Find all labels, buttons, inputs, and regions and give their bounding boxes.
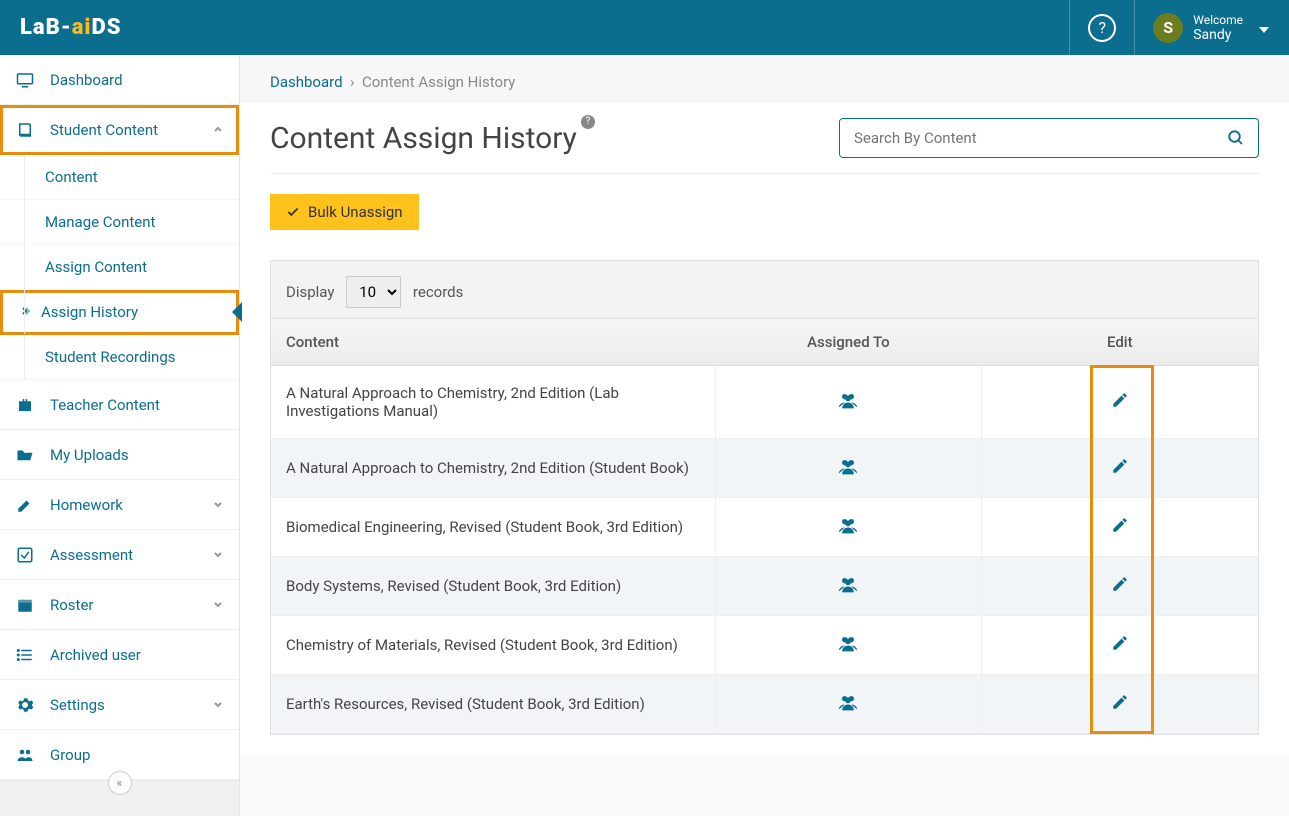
list-icon	[15, 646, 35, 664]
cell-content: Earth's Resources, Revised (Student Book…	[271, 675, 715, 734]
cell-assigned-to	[715, 616, 981, 675]
nav-my-uploads[interactable]: My Uploads	[0, 430, 239, 480]
caret-down-icon	[1259, 18, 1269, 37]
cell-content: Chemistry of Materials, Revised (Student…	[271, 616, 715, 675]
user-menu[interactable]: S Welcome Sandy	[1153, 13, 1269, 43]
check-square-icon	[15, 546, 35, 564]
chevron-down-icon	[212, 496, 224, 514]
cell-assigned-to	[715, 366, 981, 439]
nav-archived-user[interactable]: Archived user	[0, 630, 239, 680]
users-icon[interactable]	[838, 693, 858, 711]
monitor-icon	[15, 71, 35, 89]
page-size-select[interactable]: 10	[346, 276, 401, 308]
help-button[interactable]: ?	[1088, 14, 1116, 42]
pencil-icon	[15, 496, 35, 514]
users-icon[interactable]	[838, 516, 858, 534]
edit-button[interactable]	[1111, 516, 1129, 534]
edit-button[interactable]	[1111, 693, 1129, 711]
page-title: Content Assign History ?	[270, 121, 577, 156]
cell-edit	[982, 439, 1258, 498]
breadcrumb-current: Content Assign History	[362, 73, 515, 91]
nav-sub-assign-history[interactable]: Assign History	[0, 290, 239, 335]
collapse-sidebar-button[interactable]: «	[108, 771, 132, 795]
book-icon	[15, 121, 35, 139]
table-row: Biomedical Engineering, Revised (Student…	[271, 498, 1258, 557]
edit-button[interactable]	[1111, 575, 1129, 593]
table-row: Earth's Resources, Revised (Student Book…	[271, 675, 1258, 734]
cell-assigned-to	[715, 557, 981, 616]
nav-assessment[interactable]: Assessment	[0, 530, 239, 580]
welcome-label: Welcome	[1193, 13, 1243, 27]
cell-content: A Natural Approach to Chemistry, 2nd Edi…	[271, 439, 715, 498]
cell-assigned-to	[715, 439, 981, 498]
cell-content: Body Systems, Revised (Student Book, 3rd…	[271, 557, 715, 616]
nav-roster[interactable]: Roster	[0, 580, 239, 630]
nav-settings[interactable]: Settings	[0, 680, 239, 730]
nav-sub-manage-content[interactable]: Manage Content	[0, 200, 239, 245]
check-icon	[286, 205, 300, 219]
cell-assigned-to	[715, 498, 981, 557]
nav-sub-content[interactable]: Content	[0, 155, 239, 200]
col-assigned-to[interactable]: Assigned To	[715, 319, 981, 366]
calendar-icon	[15, 596, 35, 614]
table-row: Body Systems, Revised (Student Book, 3rd…	[271, 557, 1258, 616]
chevron-right-icon	[19, 303, 31, 321]
chevron-down-icon	[212, 596, 224, 614]
main-content: Dashboard › Content Assign History Conte…	[240, 55, 1289, 816]
chevron-down-icon	[212, 546, 224, 564]
content-table: Content Assigned To Edit A Natural Appro…	[271, 319, 1258, 734]
search-button[interactable]	[1214, 119, 1258, 157]
users-icon[interactable]	[838, 575, 858, 593]
users-icon	[15, 746, 35, 764]
cell-content: Biomedical Engineering, Revised (Student…	[271, 498, 715, 557]
user-name: Sandy	[1193, 27, 1243, 43]
topbar: LaB-aiDS ? S Welcome Sandy	[0, 0, 1289, 55]
nav-sub-assign-content[interactable]: Assign Content	[0, 245, 239, 290]
cell-edit	[982, 498, 1258, 557]
breadcrumb-root[interactable]: Dashboard	[270, 73, 343, 91]
users-icon[interactable]	[838, 391, 858, 409]
nav-sub-student-recordings[interactable]: Student Recordings	[0, 335, 239, 380]
nav-dashboard[interactable]: Dashboard	[0, 55, 239, 105]
users-icon[interactable]	[838, 457, 858, 475]
avatar: S	[1153, 13, 1183, 43]
cell-edit	[982, 366, 1258, 439]
nav-homework[interactable]: Homework	[0, 480, 239, 530]
edit-button[interactable]	[1111, 391, 1129, 409]
folder-open-icon	[15, 446, 35, 464]
briefcase-icon	[15, 396, 35, 414]
table-row: A Natural Approach to Chemistry, 2nd Edi…	[271, 439, 1258, 498]
cell-edit	[982, 616, 1258, 675]
help-icon: ?	[1098, 18, 1106, 37]
users-icon[interactable]	[838, 634, 858, 652]
nav-teacher-content[interactable]: Teacher Content	[0, 380, 239, 430]
search-box	[839, 118, 1259, 158]
search-input[interactable]	[840, 119, 1214, 157]
chevron-up-icon	[212, 121, 224, 139]
table-row: Chemistry of Materials, Revised (Student…	[271, 616, 1258, 675]
search-icon	[1227, 129, 1245, 147]
logo[interactable]: LaB-aiDS	[20, 15, 121, 40]
bulk-unassign-button[interactable]: Bulk Unassign	[270, 194, 419, 230]
nav-student-content[interactable]: Student Content	[0, 105, 239, 155]
edit-button[interactable]	[1111, 634, 1129, 652]
col-edit[interactable]: Edit	[982, 319, 1258, 366]
breadcrumb: Dashboard › Content Assign History	[240, 55, 1289, 103]
table-container: Display 10 records Content Assigned To E…	[270, 260, 1259, 735]
help-icon[interactable]: ?	[581, 115, 595, 129]
gear-icon	[15, 696, 35, 714]
edit-button[interactable]	[1111, 457, 1129, 475]
col-content[interactable]: Content	[271, 319, 715, 366]
cell-content: A Natural Approach to Chemistry, 2nd Edi…	[271, 366, 715, 439]
cell-edit	[982, 675, 1258, 734]
chevron-down-icon	[212, 696, 224, 714]
table-row: A Natural Approach to Chemistry, 2nd Edi…	[271, 366, 1258, 439]
cell-assigned-to	[715, 675, 981, 734]
sidebar: Dashboard Student Content Content Manage…	[0, 55, 240, 816]
cell-edit	[982, 557, 1258, 616]
